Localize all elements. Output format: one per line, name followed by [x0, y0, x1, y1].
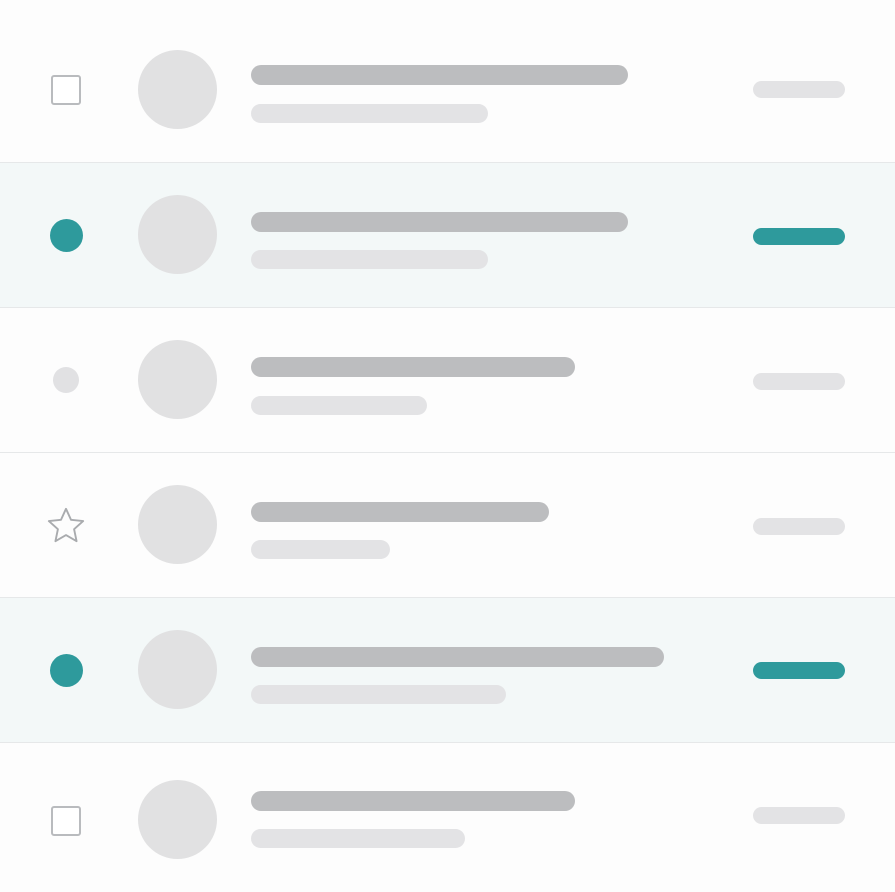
meta-placeholder: [753, 518, 845, 535]
subtitle-placeholder: [251, 250, 488, 269]
row-star[interactable]: [46, 505, 86, 545]
title-placeholder: [251, 212, 628, 232]
unread-dot-icon: [53, 367, 79, 393]
star-outline-icon[interactable]: [46, 505, 86, 545]
meta-accent-bar: [753, 662, 845, 679]
row-status: [46, 650, 86, 690]
row-checkbox[interactable]: [46, 801, 86, 841]
title-placeholder: [251, 65, 628, 85]
avatar: [138, 630, 217, 709]
checkbox-icon[interactable]: [51, 805, 81, 836]
row-status: [46, 360, 86, 400]
avatar: [138, 779, 217, 859]
subtitle-placeholder: [251, 829, 465, 848]
subtitle-placeholder: [251, 104, 488, 123]
selected-dot-icon: [49, 653, 83, 687]
subtitle-placeholder: [251, 396, 427, 415]
list-item[interactable]: [0, 453, 895, 598]
list-item-selected[interactable]: [0, 598, 895, 743]
meta-placeholder: [753, 807, 845, 824]
title-placeholder: [251, 357, 575, 377]
title-placeholder: [251, 791, 575, 811]
selected-dot-icon: [49, 218, 83, 252]
list-item[interactable]: [0, 743, 895, 892]
list-item-selected[interactable]: [0, 163, 895, 308]
meta-placeholder: [753, 373, 845, 390]
list-item[interactable]: [0, 308, 895, 453]
avatar: [138, 195, 217, 274]
row-status: [46, 215, 86, 255]
checkbox-icon[interactable]: [51, 75, 81, 105]
avatar: [138, 50, 217, 129]
row-checkbox[interactable]: [46, 70, 86, 110]
list-item[interactable]: [0, 18, 895, 163]
avatar: [138, 340, 217, 419]
meta-placeholder: [753, 81, 845, 98]
title-placeholder: [251, 647, 664, 667]
meta-accent-bar: [753, 228, 845, 245]
subtitle-placeholder: [251, 540, 390, 559]
subtitle-placeholder: [251, 685, 506, 704]
title-placeholder: [251, 502, 549, 522]
skeleton-list: [0, 0, 895, 892]
avatar: [138, 485, 217, 564]
